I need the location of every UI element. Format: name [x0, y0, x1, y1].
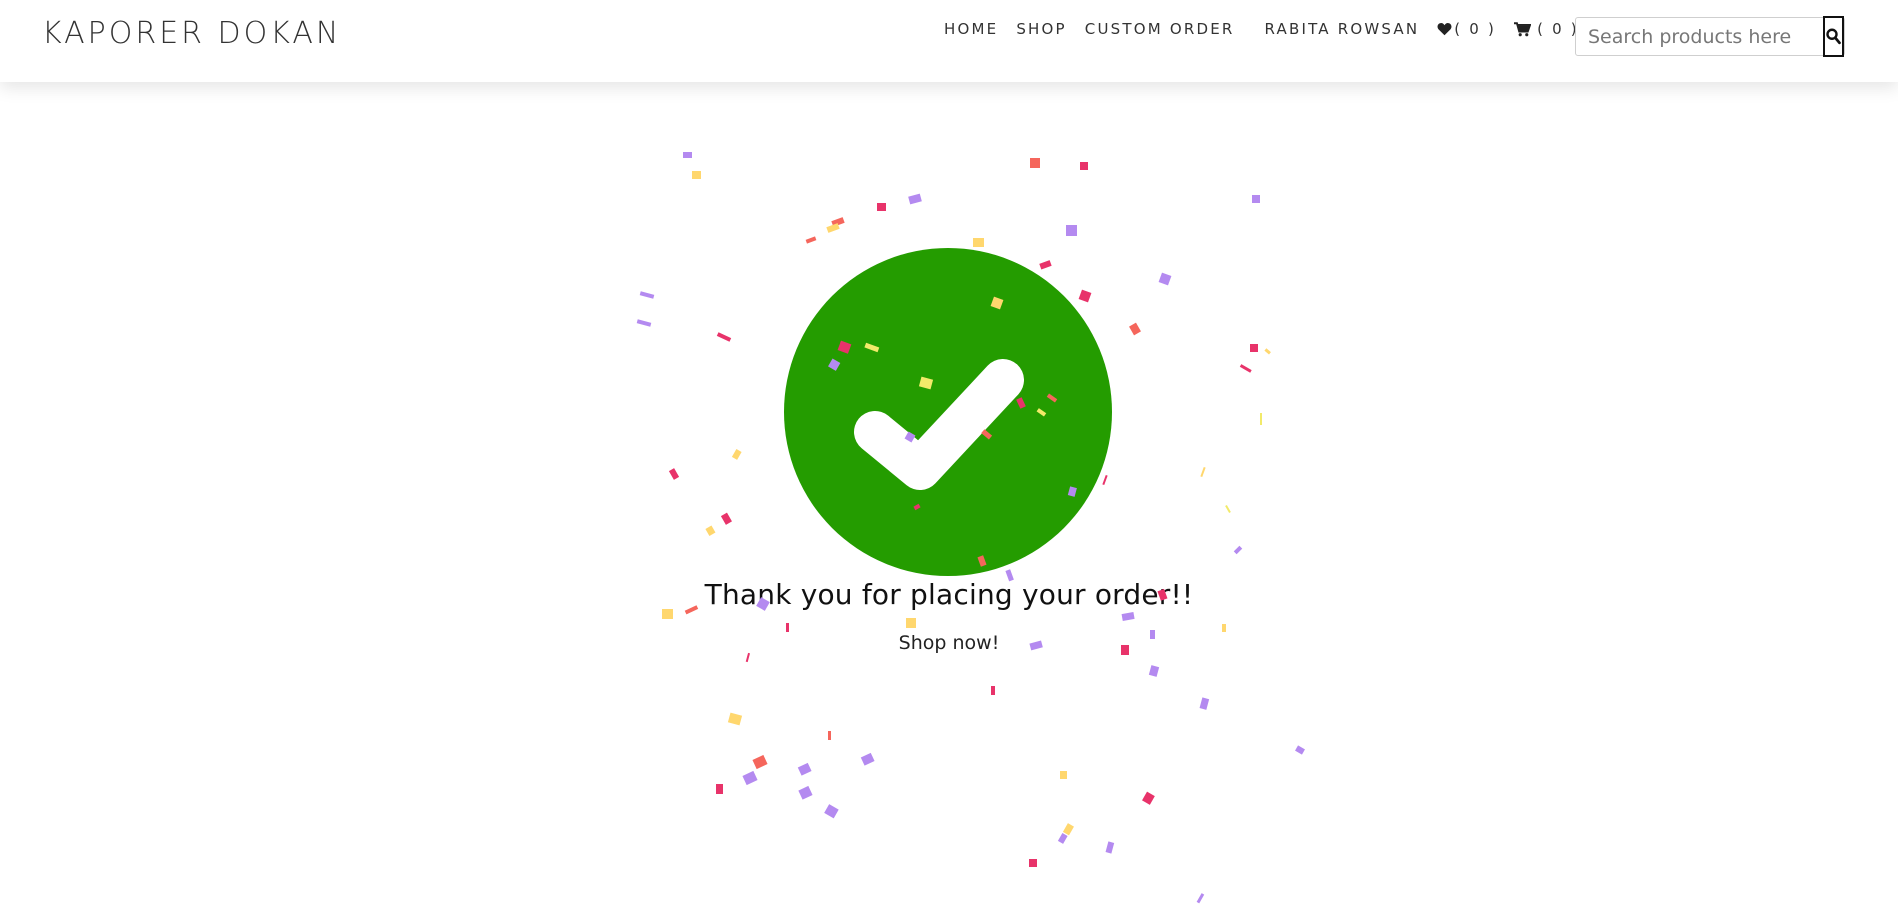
- check-circle-icon: [784, 248, 1112, 576]
- cart-count: ( 0 ): [1537, 20, 1579, 38]
- order-success-message: Thank you for placing your order!!: [704, 578, 1194, 611]
- search-input[interactable]: [1576, 19, 1832, 54]
- wishlist-button[interactable]: ( 0 ): [1437, 20, 1496, 38]
- nav-custom-order-link[interactable]: CUSTOM ORDER: [1085, 20, 1235, 38]
- nav-shop-link[interactable]: SHOP: [1016, 20, 1066, 38]
- cart-icon: [1514, 21, 1532, 36]
- search-button[interactable]: [1823, 16, 1844, 57]
- navbar: KAPORER DOKAN HOME SHOP CUSTOM ORDER RAB…: [0, 0, 1898, 82]
- nav-links: HOME SHOP CUSTOM ORDER RABITA ROWSAN ( 0…: [944, 20, 1597, 38]
- brand-logo[interactable]: KAPORER DOKAN: [42, 16, 341, 51]
- wishlist-count: ( 0 ): [1454, 20, 1497, 38]
- nav-home-link[interactable]: HOME: [944, 20, 998, 38]
- search-icon: [1826, 28, 1841, 45]
- search-bar: [1575, 16, 1845, 57]
- heart-icon: [1437, 23, 1452, 36]
- shop-now-link[interactable]: Shop now!: [899, 632, 1000, 654]
- nav-user-link[interactable]: RABITA ROWSAN: [1265, 20, 1420, 38]
- success-check-badge: [783, 247, 1113, 577]
- cart-button[interactable]: ( 0 ): [1514, 20, 1579, 38]
